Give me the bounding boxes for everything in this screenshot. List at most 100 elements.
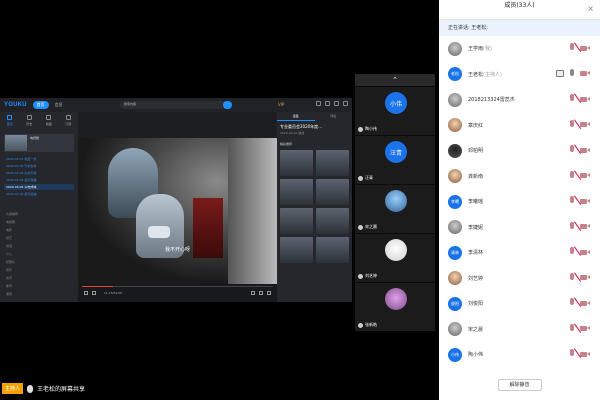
tile-avatar xyxy=(385,190,407,212)
video-progress xyxy=(82,286,273,287)
mic-muted-icon[interactable] xyxy=(569,323,575,334)
category-item: 体育 xyxy=(6,284,13,288)
camera-off-icon[interactable] xyxy=(580,300,590,307)
settings-icon xyxy=(259,291,263,295)
category-item: 纪录片 xyxy=(6,260,16,264)
unmute-button[interactable]: 解除静音 xyxy=(497,379,542,391)
video-tile[interactable]: 小伟 陶小伟 xyxy=(355,87,435,135)
mic-muted-icon[interactable] xyxy=(569,349,575,359)
participant-avatar xyxy=(448,169,462,184)
camera-off-icon[interactable] xyxy=(580,198,590,205)
user-icon xyxy=(358,126,363,132)
youku-logo: YOUKU xyxy=(4,102,27,108)
participant-row[interactable]: 清林 李清林 xyxy=(439,240,600,266)
camera-off-icon[interactable] xyxy=(580,223,590,230)
participant-name: 龚新南 xyxy=(468,173,483,180)
video-tile[interactable]: 张新皓 xyxy=(355,283,435,331)
tile-name: 张新皓 xyxy=(358,322,377,328)
youku-search: 搜索内容 xyxy=(120,101,232,109)
youku-right-panel: 选集 评论 专业委员会2020年度... 2020-03-01 播放 精彩推荐 xyxy=(277,112,352,302)
camera-off-icon[interactable] xyxy=(580,121,590,128)
youku-tool-icon xyxy=(325,101,330,106)
mic-muted-icon[interactable] xyxy=(569,119,575,130)
participant-status-icons xyxy=(569,247,590,257)
participant-name: 李曦瑶 xyxy=(468,198,483,205)
youku-left-tab: 订阅 xyxy=(65,115,71,130)
participant-row[interactable]: 李婕妮 xyxy=(439,215,600,241)
thumb-title: 电视剧 xyxy=(30,136,40,140)
participant-name-label: 李清林 xyxy=(468,250,484,257)
participant-row[interactable]: 李曦 李曦瑶 xyxy=(439,189,600,215)
participant-row[interactable]: 章庆红 xyxy=(439,113,600,139)
meeting-window: YOUKU 首页 会员 搜索内容 VIP 首页 历史 收藏 订阅 电视剧 202… xyxy=(0,0,600,400)
mic-muted-icon[interactable] xyxy=(569,221,575,232)
playlist-item: 2020-03-03 白衣天使 xyxy=(6,171,37,175)
participant-status-icons xyxy=(569,170,590,181)
mic-muted-icon[interactable] xyxy=(569,170,575,181)
participant-avatar xyxy=(448,322,462,337)
category-item: 电视剧 xyxy=(6,220,16,224)
mic-muted-icon[interactable] xyxy=(569,298,575,308)
camera-off-icon[interactable] xyxy=(580,274,590,281)
camera-off-icon[interactable] xyxy=(580,325,590,332)
close-icon[interactable]: × xyxy=(587,4,594,13)
participant-row[interactable]: 刘艺婷 xyxy=(439,266,600,292)
mic-muted-icon[interactable] xyxy=(569,247,575,257)
participant-row[interactable]: 俊阳 刘俊阳 xyxy=(439,291,600,317)
user-icon xyxy=(358,273,363,279)
participant-avatar xyxy=(448,92,462,107)
video-tile[interactable]: 宋之晨 xyxy=(355,185,435,233)
camera-off-icon[interactable] xyxy=(580,249,590,256)
playlist-item: 2020-03-01 抗疫一线 xyxy=(6,157,37,161)
youku-search-icon xyxy=(223,101,232,109)
mic-muted-icon[interactable] xyxy=(569,145,575,155)
mic-muted-icon[interactable] xyxy=(569,196,575,206)
participant-list: 王学雨(我) 老松 王老松(主持人) 2018213324雷蕊杰章庆红邓柏明龚新南李曦… xyxy=(439,36,600,368)
tile-name-label: 汪青 xyxy=(365,175,373,180)
mic-icon[interactable] xyxy=(569,68,575,79)
youku-current-thumb: 电视剧 xyxy=(4,134,74,152)
participant-name-label: 2018213324雷蕊杰 xyxy=(468,97,515,104)
participant-avatar: 老松 xyxy=(448,67,462,82)
participant-status-icons xyxy=(569,119,590,130)
playlist-item: 2020-03-06 武汉加油 xyxy=(6,192,37,196)
participant-row[interactable]: 王学雨(我) xyxy=(439,36,600,62)
participant-status-icons xyxy=(569,94,590,104)
participant-status-icons xyxy=(556,68,590,79)
participant-name: 2018213324雷蕊杰 xyxy=(468,96,515,103)
mic-muted-icon[interactable] xyxy=(569,94,575,104)
participant-name: 宋之晨 xyxy=(468,326,483,333)
participant-name: 王学雨(我) xyxy=(468,45,492,52)
participant-avatar: 清林 xyxy=(448,245,462,260)
mic-muted-icon[interactable] xyxy=(569,43,575,53)
recommend-card xyxy=(280,179,313,205)
youku-left-panel: 首页 历史 收藏 订阅 电视剧 2020-03-01 抗疫一线 2020-03-… xyxy=(0,112,78,302)
recommend-card xyxy=(316,150,349,176)
category-item: 动漫 xyxy=(6,244,13,248)
participant-name: 李清林 xyxy=(468,249,483,256)
camera-off-icon[interactable] xyxy=(580,45,590,52)
chevron-up-icon: ⌃ xyxy=(392,76,398,84)
participant-name-label: 刘俊阳 xyxy=(468,301,484,308)
tile-name: 陶小伟 xyxy=(358,126,377,132)
camera-off-icon[interactable] xyxy=(580,147,590,154)
strip-collapse-button[interactable]: ⌃ xyxy=(355,74,435,86)
participant-row[interactable]: 宋之晨 xyxy=(439,317,600,343)
video-progress-fill xyxy=(82,286,113,287)
camera-off-icon[interactable] xyxy=(580,172,590,179)
playlist-item: 2020-03-02 守护生命 xyxy=(6,164,37,168)
participant-row[interactable]: 2018213324雷蕊杰 xyxy=(439,87,600,113)
tile-name-label: 陶小伟 xyxy=(365,126,377,131)
camera-off-icon[interactable] xyxy=(580,96,590,103)
video-tile[interactable]: 刘艺婷 xyxy=(355,234,435,282)
participant-row[interactable]: 龚新南 xyxy=(439,164,600,190)
participant-name: 邓柏明 xyxy=(468,147,483,154)
camera-off-icon[interactable] xyxy=(580,351,590,358)
video-tile[interactable]: 汪青 汪青 xyxy=(355,136,435,184)
participant-row[interactable]: 小伟 陶小伟 xyxy=(439,342,600,368)
participant-row[interactable]: 老松 王老松(主持人) xyxy=(439,62,600,88)
mic-muted-icon[interactable] xyxy=(569,272,575,283)
participant-row[interactable]: 邓柏明 xyxy=(439,138,600,164)
camera-off-icon[interactable] xyxy=(580,70,590,77)
participant-avatar xyxy=(448,41,462,56)
